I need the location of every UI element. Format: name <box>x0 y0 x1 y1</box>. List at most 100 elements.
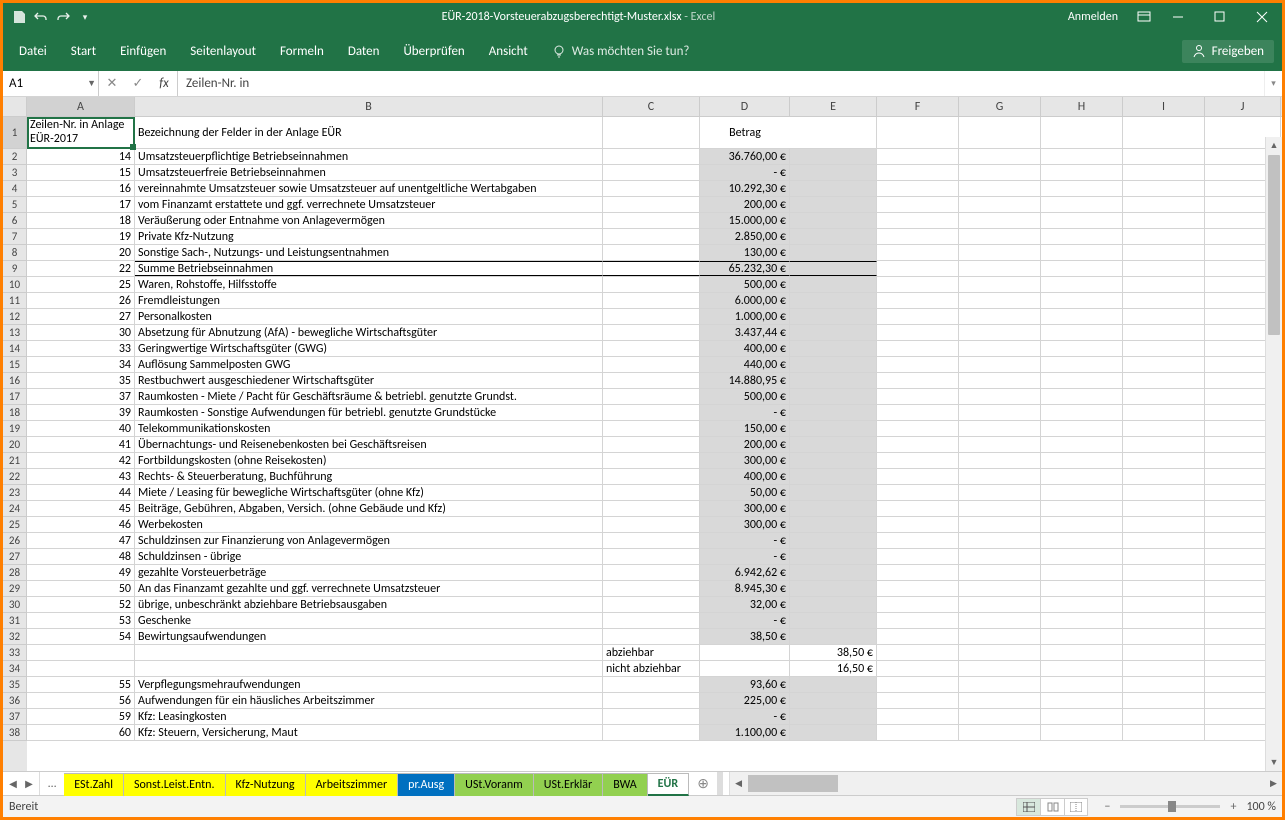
cell[interactable] <box>877 469 959 484</box>
sheet-nav-next-icon[interactable]: ▶ <box>21 774 37 794</box>
cell[interactable] <box>1123 469 1205 484</box>
cell[interactable] <box>1041 533 1123 548</box>
cell[interactable] <box>603 437 700 452</box>
cell[interactable]: Zeilen-Nr. in Anlage EÜR-2017 <box>27 117 135 148</box>
cell[interactable] <box>877 293 959 308</box>
cell[interactable] <box>790 709 877 724</box>
cell[interactable] <box>959 661 1041 676</box>
cell[interactable] <box>603 229 700 244</box>
cell[interactable] <box>1041 149 1123 164</box>
cell[interactable] <box>603 613 700 628</box>
cell[interactable] <box>790 677 877 692</box>
row-header[interactable]: 8 <box>3 245 27 261</box>
cell[interactable]: Verpflegungsmehraufwendungen <box>135 677 603 692</box>
cell[interactable] <box>1041 229 1123 244</box>
sheet-nav-prev-icon[interactable]: ◀ <box>5 774 21 794</box>
cell[interactable]: 42 <box>27 453 135 468</box>
row-header[interactable]: 15 <box>3 357 27 373</box>
sheet-tab[interactable]: BWA <box>603 773 647 796</box>
cell[interactable]: 50 <box>27 581 135 596</box>
cell[interactable] <box>603 581 700 596</box>
ribbon-tab-formeln[interactable]: Formeln <box>268 31 336 71</box>
cell[interactable] <box>959 469 1041 484</box>
cell[interactable] <box>877 405 959 420</box>
cell[interactable]: Raumkosten - Sonstige Aufwendungen für b… <box>135 405 603 420</box>
cell[interactable]: - € <box>700 533 790 548</box>
cell[interactable] <box>790 117 877 148</box>
cell[interactable]: 1.100,00 € <box>700 725 790 740</box>
cell[interactable] <box>1123 357 1205 372</box>
cell[interactable] <box>790 357 877 372</box>
zoom-in-button[interactable]: + <box>1226 800 1240 814</box>
cell[interactable]: 47 <box>27 533 135 548</box>
cell[interactable]: 34 <box>27 357 135 372</box>
cell[interactable]: 41 <box>27 437 135 452</box>
cell[interactable] <box>1041 453 1123 468</box>
cell[interactable]: 400,00 € <box>700 341 790 356</box>
cell[interactable] <box>1041 357 1123 372</box>
cell[interactable] <box>1041 629 1123 644</box>
cell[interactable]: Private Kfz-Nutzung <box>135 229 603 244</box>
cell[interactable]: 500,00 € <box>700 277 790 292</box>
cell[interactable] <box>959 165 1041 180</box>
expand-formula-bar-icon[interactable]: ▾ <box>1264 71 1282 96</box>
cell[interactable]: 25 <box>27 277 135 292</box>
cell[interactable] <box>959 501 1041 516</box>
cell[interactable] <box>790 325 877 340</box>
cell[interactable]: 225,00 € <box>700 693 790 708</box>
vscroll-thumb[interactable] <box>1268 155 1280 335</box>
cell[interactable]: 53 <box>27 613 135 628</box>
cell[interactable] <box>603 149 700 164</box>
cell[interactable] <box>790 277 877 292</box>
cell[interactable] <box>790 261 877 276</box>
row-header[interactable]: 7 <box>3 229 27 245</box>
cell[interactable] <box>603 421 700 436</box>
cell[interactable] <box>1123 597 1205 612</box>
cell[interactable]: 15.000,00 € <box>700 213 790 228</box>
cell[interactable] <box>603 709 700 724</box>
cell[interactable]: 16,50 € <box>790 661 877 676</box>
cell[interactable] <box>603 341 700 356</box>
cell[interactable] <box>959 373 1041 388</box>
cell[interactable] <box>877 565 959 580</box>
cell[interactable]: - € <box>700 709 790 724</box>
cell[interactable]: 39 <box>27 405 135 420</box>
cell[interactable]: 32,00 € <box>700 597 790 612</box>
row-header[interactable]: 38 <box>3 725 27 741</box>
cell[interactable] <box>135 645 603 660</box>
cell[interactable] <box>877 437 959 452</box>
cell[interactable]: 40 <box>27 421 135 436</box>
col-header-f[interactable]: F <box>877 97 959 116</box>
cell[interactable] <box>603 533 700 548</box>
cell[interactable]: Rechts- & Steuerberatung, Buchführung <box>135 469 603 484</box>
cell[interactable] <box>959 181 1041 196</box>
cell[interactable] <box>1041 565 1123 580</box>
cell[interactable]: nicht abziehbar <box>603 661 700 676</box>
cell[interactable] <box>603 261 700 276</box>
cell[interactable]: 26 <box>27 293 135 308</box>
cell[interactable] <box>1123 613 1205 628</box>
ribbon-tab-datei[interactable]: Datei <box>7 31 59 71</box>
row-header[interactable]: 13 <box>3 325 27 341</box>
vertical-scrollbar[interactable]: ▲ ▼ <box>1265 137 1282 771</box>
cell[interactable]: Sonstige Sach-, Nutzungs- und Leistungse… <box>135 245 603 260</box>
cell[interactable] <box>877 725 959 740</box>
cell[interactable] <box>1041 517 1123 532</box>
cell[interactable] <box>603 245 700 260</box>
col-header-g[interactable]: G <box>959 97 1041 116</box>
cell[interactable] <box>959 357 1041 372</box>
cell[interactable]: 1.000,00 € <box>700 309 790 324</box>
cell[interactable] <box>790 181 877 196</box>
cell[interactable]: 300,00 € <box>700 501 790 516</box>
cell[interactable]: 50,00 € <box>700 485 790 500</box>
cell[interactable] <box>959 693 1041 708</box>
cell[interactable] <box>603 405 700 420</box>
cell[interactable] <box>1123 453 1205 468</box>
cell[interactable] <box>790 613 877 628</box>
ribbon-tab-einfuegen[interactable]: Einfügen <box>108 31 178 71</box>
row-header[interactable]: 37 <box>3 709 27 725</box>
cell[interactable] <box>877 597 959 612</box>
cell[interactable] <box>790 293 877 308</box>
hscroll-thumb[interactable] <box>748 775 838 792</box>
cell[interactable] <box>790 149 877 164</box>
